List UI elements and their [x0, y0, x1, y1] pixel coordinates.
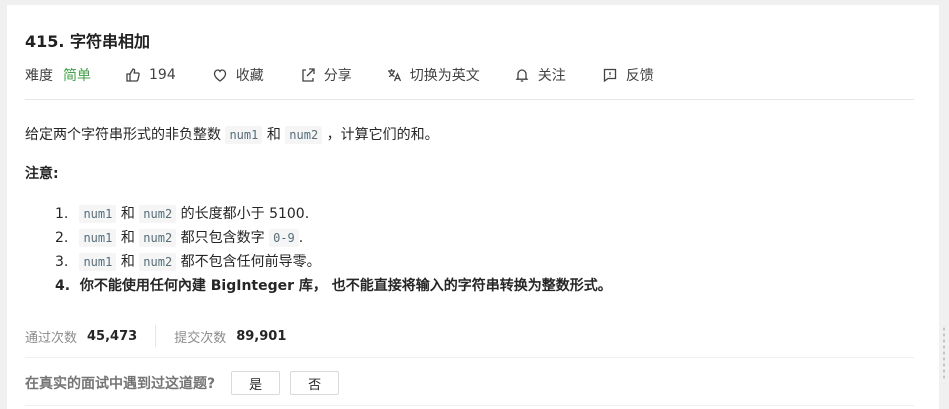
rule-text: 你不能使用任何內建 BigInteger 库， 也不能直接将输入的字符串转换为整… [79, 278, 612, 294]
and-text: 和 [120, 206, 135, 222]
problem-title: 415. 字符串相加 [25, 32, 151, 51]
accepted-label: 通过次数 [25, 330, 78, 346]
survey-question: 在真实的面试中遇到过这道题? [25, 376, 216, 392]
list-item: 3. num1 和 num2 都不包含任何前导零。 [55, 250, 612, 274]
stats-divider [155, 325, 157, 347]
thumbs-up-icon [126, 68, 140, 82]
rule-tail: . [298, 230, 304, 246]
list-number: 4. [55, 278, 71, 294]
like-button[interactable]: 194 [125, 67, 176, 83]
feedback-button[interactable]: 反馈 [602, 65, 654, 85]
list-number: 2. [55, 230, 69, 246]
feedback-icon [603, 68, 616, 83]
switch-language-label: 切换为英文 [409, 68, 480, 84]
share-label: 分享 [323, 68, 352, 84]
and-text: 和 [120, 230, 135, 246]
intro-tail-text: ，计算它们的和。 [326, 127, 439, 143]
inline-code: 0-9 [269, 229, 299, 247]
no-button[interactable]: 否 [290, 371, 340, 395]
header-divider [25, 99, 914, 100]
intro-text: 给定两个字符串形式的非负整数 [25, 127, 221, 143]
feedback-label: 反馈 [625, 68, 654, 84]
like-count: 194 [149, 67, 176, 83]
and-text: 和 [266, 127, 281, 143]
note-heading: 注意: [25, 166, 59, 182]
inline-code: num1 [225, 126, 263, 144]
list-item: 1. num1 和 num2 的长度都小于 5100. [55, 202, 612, 226]
collect-button[interactable]: 收藏 [212, 65, 264, 85]
resize-handle[interactable] [942, 326, 946, 380]
problem-description: 给定两个字符串形式的非负整数 num1 和 num2 ，计算它们的和。 [25, 124, 439, 144]
inline-code: num2 [285, 126, 323, 144]
inline-code: num2 [139, 253, 177, 271]
share-button[interactable]: 分享 [300, 65, 352, 85]
accepted-count: 45,473 [87, 328, 138, 344]
list-number: 3. [55, 254, 69, 270]
difficulty-badge: 简单 [63, 68, 91, 84]
list-item: 2. num1 和 num2 都只包含数字 0-9. [55, 226, 612, 250]
translate-icon [387, 69, 401, 82]
inline-code: num1 [79, 253, 117, 271]
rule-text: 都不包含任何前导零。 [180, 254, 321, 270]
submitted-count: 89,901 [236, 328, 287, 344]
inline-code: num1 [79, 205, 117, 223]
follow-button[interactable]: 关注 [514, 65, 566, 85]
problem-meta-bar: 难度 简单 194 收藏 分享 切换为英文 关注 反馈 [25, 65, 654, 85]
note-list: 1. num1 和 num2 的长度都小于 5100. 2. num1 和 nu… [55, 202, 612, 298]
list-item: 4. 你不能使用任何內建 BigInteger 库， 也不能直接将输入的字符串转… [55, 274, 612, 298]
submitted-label: 提交次数 [174, 330, 227, 346]
follow-label: 关注 [537, 68, 566, 84]
bottom-divider [25, 405, 914, 406]
interview-survey: 在真实的面试中遇到过这道题? 是 否 [25, 371, 349, 395]
rule-text: 的长度都小于 5100. [180, 206, 310, 222]
heart-icon [213, 69, 226, 82]
collect-label: 收藏 [235, 68, 264, 84]
submission-stats: 通过次数 45,473 提交次数 89,901 [25, 325, 286, 347]
inline-code: num2 [139, 205, 177, 223]
share-icon [302, 68, 315, 82]
difficulty-label: 难度 [25, 68, 53, 84]
problem-panel: 415. 字符串相加 难度 简单 194 收藏 分享 切换为英文 关注 反馈 给… [7, 5, 939, 409]
yes-button[interactable]: 是 [231, 371, 281, 395]
and-text: 和 [120, 254, 135, 270]
bell-icon [515, 69, 529, 82]
rule-text: 都只包含数字 [180, 230, 265, 246]
switch-language-button[interactable]: 切换为英文 [386, 65, 480, 85]
inline-code: num2 [139, 229, 177, 247]
list-number: 1. [55, 206, 69, 222]
inline-code: num1 [79, 229, 117, 247]
stats-divider-line [25, 357, 914, 358]
